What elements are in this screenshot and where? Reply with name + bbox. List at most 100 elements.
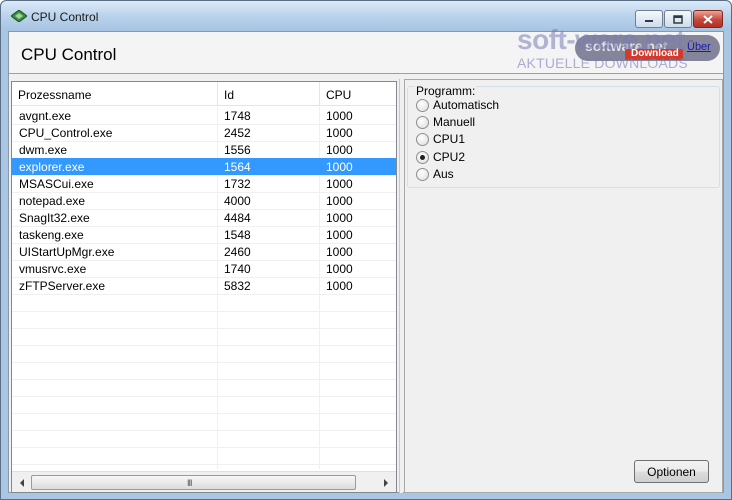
cell-process-name: avgnt.exe [19,109,72,123]
arrow-left-icon [20,478,24,487]
radio-label: CPU2 [433,150,466,164]
cell-process-name: MSASCui.exe [19,177,94,191]
app-icon [11,10,27,22]
watermark-main: soft-ware.net [517,24,685,55]
cell-id: 1740 [224,262,251,276]
radio-button[interactable] [416,98,429,112]
cell-id: 4000 [224,194,251,208]
program-group-label: Programm: [415,84,477,98]
grid-line [12,294,396,295]
cell-cpu: 1000 [326,279,353,293]
column-header-name[interactable]: Prozessname [12,82,217,106]
table-row[interactable]: UIStartUpMgr.exe 2460 1000 [12,243,396,260]
cell-cpu: 1000 [326,211,353,225]
grid-line [12,311,396,312]
grid-line [12,430,396,431]
radio-label: Aus [433,167,454,181]
table-row[interactable]: CPU_Control.exe 2452 1000 [12,124,396,141]
cell-process-name: UIStartUpMgr.exe [19,245,115,259]
scroll-right-button[interactable] [378,475,394,490]
cell-cpu: 1000 [326,228,353,242]
maximize-icon [673,14,683,24]
cell-process-name: explorer.exe [19,160,85,174]
grid-line [12,447,396,448]
cell-id: 2452 [224,126,251,140]
cell-id: 1556 [224,143,251,157]
radio-button-selected[interactable] [416,150,429,164]
grid-line [12,328,396,329]
grid-line [12,464,396,465]
options-button[interactable]: Optionen [634,460,709,483]
radio-button[interactable] [416,167,429,181]
column-header-cpu[interactable]: CPU [320,82,396,106]
close-icon [703,14,713,24]
pane-splitter[interactable] [399,79,403,493]
list-body: avgnt.exe 1748 1000 CPU_Control.exe 2452 1000… [12,107,396,469]
column-header-id[interactable]: Id [218,82,319,106]
grid-line [12,362,396,363]
table-row[interactable]: MSASCui.exe 1732 1000 [12,175,396,192]
grid-line [12,345,396,346]
table-row[interactable]: taskeng.exe 1548 1000 [12,226,396,243]
cell-cpu: 1000 [326,177,353,191]
cell-process-name: zFTPServer.exe [19,279,106,293]
table-row[interactable]: explorer.exe 1564 1000 [12,158,396,175]
watermark-link[interactable]: Über [687,41,711,53]
scrollbar-thumb[interactable]: III [31,475,356,490]
right-pane: Programm: Automatisch Manuell CPU1 CPU2 [404,79,723,493]
cell-process-name: taskeng.exe [19,228,84,242]
grid-line [12,413,396,414]
cell-process-name: vmusrvc.exe [19,262,87,276]
table-row[interactable]: avgnt.exe 1748 1000 [12,107,396,124]
horizontal-scrollbar[interactable]: III [12,471,396,492]
header-panel: CPU Control software.net Download soft-w… [9,24,723,74]
app-window: CPU Control CPU Control software.net Dow… [0,0,732,500]
radio-option-automatisch[interactable]: Automatisch [416,97,499,113]
radio-label: CPU1 [433,132,466,146]
cell-cpu: 1000 [326,194,353,208]
radio-option-cpu1[interactable]: CPU1 [416,131,465,147]
radio-option-cpu2[interactable]: CPU2 [416,149,465,165]
scrollbar-grip: III [187,478,192,488]
cell-process-name: dwm.exe [19,143,68,157]
process-list[interactable]: Prozessname Id CPU avgnt.exe 1748 1000 CPU_… [11,81,397,493]
cell-cpu: 1000 [326,109,353,123]
client-area: CPU Control software.net Download soft-w… [8,24,724,493]
scroll-left-button[interactable] [14,475,30,490]
cell-id: 1564 [224,160,251,174]
cell-id: 1548 [224,228,251,242]
cell-id: 5832 [224,279,251,293]
cell-id: 1748 [224,109,251,123]
arrow-right-icon [384,478,388,487]
minimize-icon [645,20,653,22]
radio-option-aus[interactable]: Aus [416,166,454,182]
cell-id: 1732 [224,177,251,191]
cell-process-name: SnagIt32.exe [19,211,90,225]
table-row[interactable]: vmusrvc.exe 1740 1000 [12,260,396,277]
radio-option-manuell[interactable]: Manuell [416,114,475,130]
cell-cpu: 1000 [326,262,353,276]
watermark-sub: AKTUELLE DOWNLOADS [517,55,688,71]
grid-line [12,396,396,397]
program-groupbox: Programm: Automatisch Manuell CPU1 CPU2 [407,84,720,188]
radio-label: Manuell [433,115,476,129]
cell-id: 2460 [224,245,251,259]
grid-line [12,379,396,380]
cell-id: 4484 [224,211,251,225]
cell-cpu: 1000 [326,245,353,259]
page-title: CPU Control [21,45,117,64]
cell-process-name: notepad.exe [19,194,86,208]
radio-label: Automatisch [433,98,500,112]
table-row[interactable]: SnagIt32.exe 4484 1000 [12,209,396,226]
table-row[interactable]: dwm.exe 1556 1000 [12,141,396,158]
cell-cpu: 1000 [326,143,353,157]
cell-process-name: CPU_Control.exe [19,126,113,140]
radio-button[interactable] [416,132,429,146]
radio-button[interactable] [416,115,429,129]
table-row[interactable]: notepad.exe 4000 1000 [12,192,396,209]
list-header: Prozessname Id CPU [12,82,396,106]
cell-cpu: 1000 [326,160,353,174]
watermark-logo: software.net Download soft-ware.net AKTU… [517,24,722,71]
table-row[interactable]: zFTPServer.exe 5832 1000 [12,277,396,294]
cell-cpu: 1000 [326,126,353,140]
